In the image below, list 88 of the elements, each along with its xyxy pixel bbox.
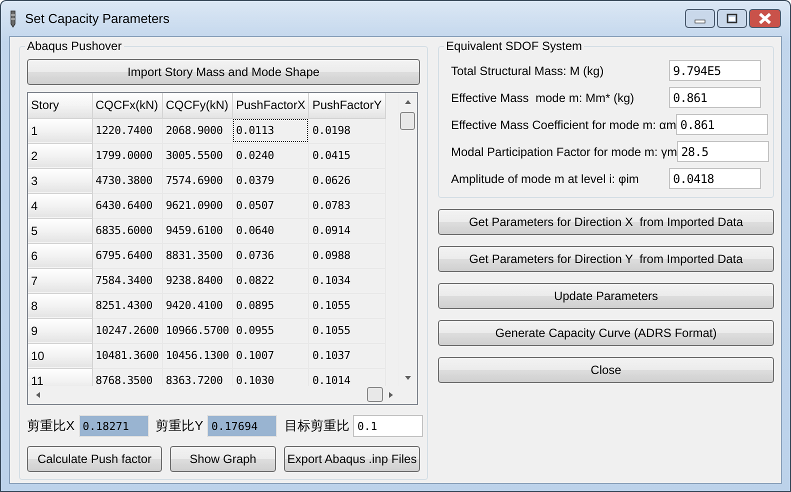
table-cell: 0.1037 (308, 343, 386, 368)
app-icon (9, 10, 17, 28)
show-graph-button[interactable]: Show Graph (170, 446, 276, 472)
value-field[interactable]: 0.861 (676, 114, 768, 135)
table-cell: 0.0736 (232, 243, 309, 268)
table-cell: 0.0914 (308, 218, 386, 243)
maximize-icon[interactable] (717, 9, 747, 28)
ratio-label: 剪重比X (27, 417, 75, 435)
row-header[interactable]: 7 (28, 268, 92, 293)
get-y-parameters-button[interactable]: Get Parameters for Direction Y from Imported Data (438, 246, 774, 272)
row-header[interactable]: 10 (28, 343, 92, 368)
table-cell: 9459.6100 (162, 218, 232, 243)
table-cell: 6835.6000 (92, 218, 162, 243)
table-cell: 0.0113 (232, 118, 309, 143)
ratio-label: 剪重比Y (156, 417, 204, 435)
table-cell: 0.1055 (308, 293, 386, 318)
table-cell: 1220.7400 (92, 118, 162, 143)
field-label: Modal Participation Factor for mode m: γm (451, 144, 678, 158)
table-cell: 7574.6900 (162, 168, 232, 193)
table-cell: 0.0822 (232, 268, 309, 293)
table-cell: 0.1034 (308, 268, 386, 293)
value-field[interactable]: 28.5 (677, 141, 770, 162)
table-cell: 0.0240 (232, 143, 309, 168)
value-field[interactable]: 0.861 (669, 87, 761, 108)
row-header[interactable]: 1 (28, 118, 92, 143)
group-title: Abaqus Pushover (25, 39, 124, 53)
column-header[interactable]: PushFactorX (232, 93, 309, 118)
table-cell: 9420.4100 (162, 293, 232, 318)
table-cell: 3005.5500 (162, 143, 232, 168)
table-cell: 0.0640 (232, 218, 309, 243)
table-cell: 6430.6400 (92, 193, 162, 218)
window-title: Set Capacity Parameters (25, 11, 171, 26)
table-cell: 7584.3400 (92, 268, 162, 293)
ratio-label: 目标剪重比 (284, 417, 350, 435)
close-icon[interactable] (749, 9, 781, 28)
table-cell: 10966.5700 (162, 318, 232, 343)
table-cell: 0.0895 (232, 293, 309, 318)
table-cell: 10247.2600 (92, 318, 162, 343)
table-cell: 4730.3800 (92, 168, 162, 193)
table-cell: 0.0783 (308, 193, 386, 218)
column-header[interactable]: Story (28, 93, 92, 118)
row-header[interactable]: 8 (28, 293, 92, 318)
table-cell: 0.0198 (308, 118, 386, 143)
field-label: Total Structural Mass: M (kg) (451, 64, 604, 78)
table-cell: 2068.9000 (162, 118, 232, 143)
field-label: Effective Mass Coefficient for mode m: αm (451, 118, 676, 132)
table-cell: 10456.1300 (162, 343, 232, 368)
row-header[interactable]: 2 (28, 143, 92, 168)
ratio-field[interactable]: 0.1 (353, 415, 424, 437)
ratio-field[interactable]: 0.17694 (207, 415, 278, 437)
calculate-button[interactable]: Calculate Push factor (27, 446, 162, 472)
row-header[interactable]: 3 (28, 168, 92, 193)
table-cell: 0.0988 (308, 243, 386, 268)
table-cell: 0.1055 (308, 318, 386, 343)
value-field[interactable]: 9.794E5 (669, 60, 761, 81)
row-header[interactable]: 4 (28, 193, 92, 218)
table-cell: 0.0415 (308, 143, 386, 168)
minimize-icon[interactable] (685, 9, 715, 28)
table-cell: 0.0379 (232, 168, 309, 193)
ratio-field[interactable]: 0.18271 (78, 415, 149, 437)
group-title: Equivalent SDOF System (444, 39, 584, 53)
table-cell: 6795.6400 (92, 243, 162, 268)
table-cell: 0.0955 (232, 318, 309, 343)
import-button[interactable]: Import Story Mass and Mode Shape (27, 59, 420, 85)
generate-curve-button[interactable]: Generate Capacity Curve (ADRS Format) (438, 320, 774, 346)
row-header[interactable]: 9 (28, 318, 92, 343)
column-header[interactable]: CQCFx(kN) (92, 93, 162, 118)
column-header[interactable]: CQCFy(kN) (162, 93, 232, 118)
table-cell: 8251.4300 (92, 293, 162, 318)
field-label: Amplitude of mode m at level i: φim (451, 172, 639, 186)
table-cell: 0.0626 (308, 168, 386, 193)
row-header[interactable]: 11 (28, 368, 92, 386)
table-cell: 9621.0900 (162, 193, 232, 218)
table-cell: 8831.3500 (162, 243, 232, 268)
row-header[interactable]: 5 (28, 218, 92, 243)
update-button[interactable]: Update Parameters (438, 283, 774, 309)
column-header[interactable]: PushFactorY (308, 93, 386, 118)
row-header[interactable]: 6 (28, 243, 92, 268)
table-cell: 9238.8400 (162, 268, 232, 293)
table-cell: 1799.0000 (92, 143, 162, 168)
get-x-parameters-button[interactable]: Get Parameters for Direction X from Imported Data (438, 209, 774, 235)
field-label: Effective Mass mode m: Mm* (kg) (451, 90, 634, 104)
close-button[interactable]: Close (438, 357, 774, 383)
table-cell: 0.1007 (232, 343, 309, 368)
table-cell: 10481.3600 (92, 343, 162, 368)
value-field[interactable]: 0.0418 (669, 168, 761, 189)
table-cell: 0.0507 (232, 193, 309, 218)
export-button[interactable]: Export Abaqus .inp Files (284, 446, 420, 472)
